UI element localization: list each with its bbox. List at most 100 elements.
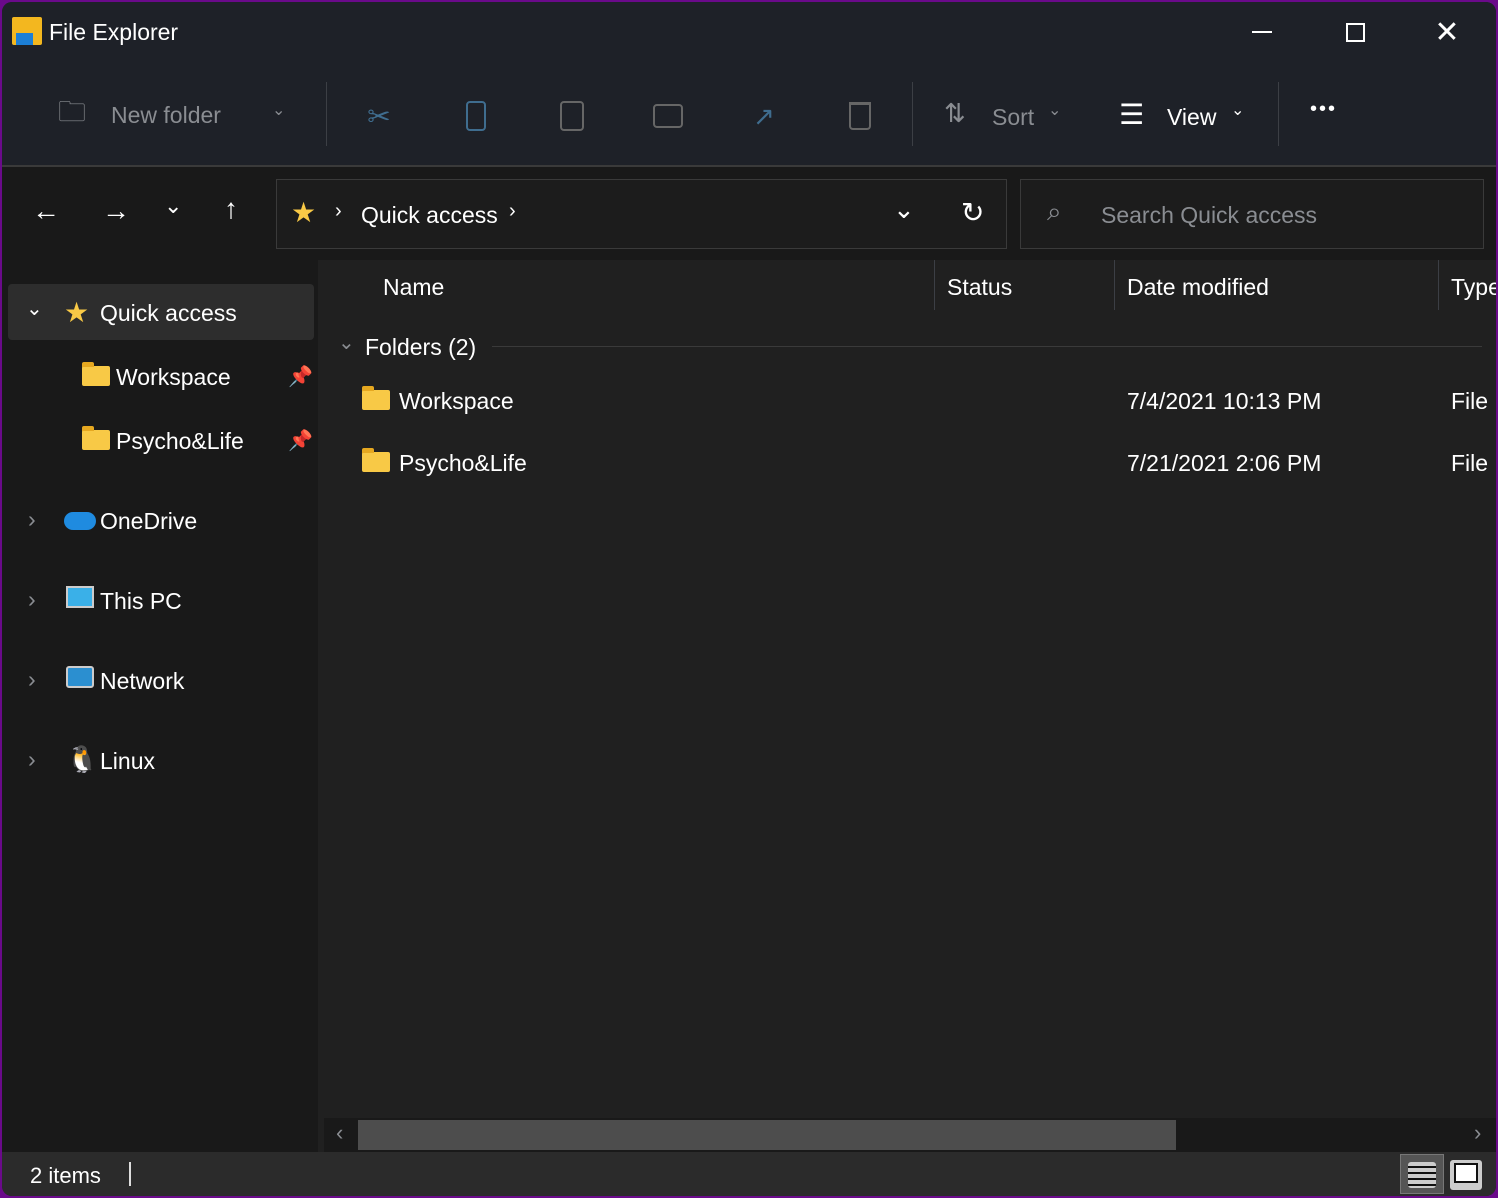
maximize-button[interactable] bbox=[1330, 12, 1380, 52]
monitor-icon bbox=[66, 586, 94, 608]
status-bar: 2 items bbox=[2, 1152, 1496, 1196]
chevron-right-icon: › bbox=[28, 506, 36, 532]
paste-button[interactable] bbox=[550, 94, 594, 138]
table-row[interactable]: Psycho&Life 7/21/2021 2:06 PM File bbox=[340, 432, 1496, 492]
copy-icon bbox=[466, 101, 486, 131]
window-title: File Explorer bbox=[49, 19, 179, 45]
sidebar-item-label: Psycho&Life bbox=[116, 428, 244, 454]
sidebar-item-network[interactable]: › Network bbox=[8, 654, 314, 710]
column-header-type[interactable]: Type bbox=[1451, 274, 1496, 301]
scissors-icon: ✂ bbox=[367, 100, 391, 132]
forward-button[interactable]: → bbox=[102, 195, 130, 227]
chevron-down-icon: ⌄ bbox=[1231, 102, 1245, 119]
sidebar-item-label: Quick access bbox=[100, 300, 237, 326]
up-button[interactable]: ↑ bbox=[224, 193, 238, 225]
pin-icon: 📌 bbox=[288, 430, 313, 452]
trash-icon bbox=[849, 102, 871, 130]
collapse-group-icon[interactable]: ⌄ bbox=[338, 330, 355, 355]
horizontal-scrollbar[interactable]: ‹ › bbox=[324, 1118, 1496, 1152]
sort-button[interactable]: ⇅ Sort ⌄ bbox=[942, 94, 1072, 138]
sidebar-item-this-pc[interactable]: › This PC bbox=[8, 574, 314, 630]
rename-icon bbox=[653, 104, 683, 128]
item-count: 2 items bbox=[30, 1163, 101, 1188]
navigation-pane: ⌄ ★ Quick access Workspace 📌 Psycho&Life… bbox=[2, 260, 318, 1152]
network-icon bbox=[66, 666, 94, 688]
delete-button[interactable] bbox=[838, 94, 882, 138]
new-folder-icon: 🗀 bbox=[57, 96, 86, 127]
view-label: View bbox=[1167, 104, 1217, 130]
penguin-icon: 🐧 bbox=[66, 744, 99, 774]
row-type: File bbox=[1451, 450, 1489, 476]
file-list: Name Status Date modified Type ⌄ Folders… bbox=[320, 260, 1496, 1152]
back-button[interactable]: ← bbox=[32, 195, 60, 227]
refresh-button[interactable]: ↻ bbox=[961, 196, 984, 229]
cut-button[interactable]: ✂ bbox=[357, 94, 401, 138]
search-icon: ⌕ bbox=[1047, 196, 1062, 226]
new-folder-button[interactable]: 🗀 New folder ⌄ bbox=[50, 92, 300, 142]
details-view-icon bbox=[1408, 1162, 1436, 1188]
share-button[interactable]: ↗ bbox=[742, 94, 786, 138]
navigation-bar: ← → ⌄ ↑ ★ › Quick access › ⌄ ↻ ⌕ Search … bbox=[2, 167, 1496, 260]
more-options-button[interactable]: ••• bbox=[1310, 98, 1337, 121]
folder-icon bbox=[82, 362, 110, 386]
chevron-down-icon: ⌄ bbox=[26, 298, 43, 320]
row-date: 7/4/2021 10:13 PM bbox=[1127, 388, 1322, 414]
group-header[interactable]: Folders (2) bbox=[365, 334, 476, 361]
sidebar-item-quick-access[interactable]: ⌄ ★ Quick access bbox=[8, 284, 314, 340]
details-view-button[interactable] bbox=[1400, 1154, 1444, 1194]
address-bar[interactable]: ★ › Quick access › ⌄ ↻ bbox=[276, 179, 1007, 249]
chevron-right-icon: › bbox=[28, 746, 36, 772]
row-name: Psycho&Life bbox=[399, 450, 527, 476]
new-folder-label: New folder bbox=[111, 102, 221, 128]
column-header-status[interactable]: Status bbox=[947, 274, 1012, 301]
cloud-icon bbox=[64, 512, 96, 530]
sidebar-item-psycho-life[interactable]: Psycho&Life 📌 bbox=[8, 414, 314, 470]
search-box[interactable]: ⌕ Search Quick access bbox=[1020, 179, 1484, 249]
scrollbar-thumb[interactable] bbox=[358, 1120, 1176, 1150]
sidebar-item-workspace[interactable]: Workspace 📌 bbox=[8, 350, 314, 406]
breadcrumb-quick-access[interactable]: Quick access bbox=[361, 202, 498, 229]
folder-icon bbox=[82, 426, 110, 450]
table-row[interactable]: Workspace 7/4/2021 10:13 PM File bbox=[340, 370, 1496, 430]
title-bar: File Explorer ✕ 🗀 New folder ⌄ ✂ ↗ ⇅ Sor… bbox=[2, 2, 1496, 167]
rename-button[interactable] bbox=[646, 94, 690, 138]
row-name: Workspace bbox=[399, 388, 514, 414]
sidebar-item-onedrive[interactable]: › OneDrive bbox=[8, 494, 314, 550]
share-icon: ↗ bbox=[753, 100, 775, 131]
app-icon bbox=[12, 17, 42, 45]
sidebar-item-label: Workspace bbox=[116, 364, 231, 390]
chevron-right-icon: › bbox=[28, 586, 36, 612]
search-placeholder: Search Quick access bbox=[1101, 202, 1318, 228]
chevron-down-icon: ⌄ bbox=[1048, 102, 1062, 119]
paste-icon bbox=[560, 101, 584, 131]
sidebar-item-label: Linux bbox=[100, 748, 155, 774]
sidebar-item-linux[interactable]: › 🐧 Linux bbox=[8, 734, 314, 790]
file-explorer-window: File Explorer ✕ 🗀 New folder ⌄ ✂ ↗ ⇅ Sor… bbox=[2, 2, 1496, 1196]
star-icon: ★ bbox=[291, 197, 317, 228]
address-dropdown-button[interactable]: ⌄ bbox=[893, 194, 915, 225]
star-icon: ★ bbox=[64, 297, 90, 328]
row-type: File bbox=[1451, 388, 1489, 414]
scroll-right-button[interactable]: › bbox=[1474, 1120, 1481, 1146]
minimize-button[interactable] bbox=[1237, 12, 1287, 52]
sidebar-item-label: OneDrive bbox=[100, 508, 198, 534]
close-button[interactable]: ✕ bbox=[1422, 10, 1472, 54]
recent-locations-button[interactable]: ⌄ bbox=[164, 193, 182, 219]
breadcrumb-separator: › bbox=[509, 200, 516, 222]
folder-icon bbox=[362, 448, 390, 472]
column-header-name[interactable]: Name bbox=[383, 274, 444, 301]
sort-icon: ⇅ bbox=[944, 98, 966, 128]
large-icons-view-button[interactable] bbox=[1450, 1160, 1482, 1190]
copy-button[interactable] bbox=[454, 94, 498, 138]
sidebar-item-label: This PC bbox=[100, 588, 182, 614]
folder-icon bbox=[362, 386, 390, 410]
sort-label: Sort bbox=[992, 104, 1035, 130]
scroll-left-button[interactable]: ‹ bbox=[336, 1120, 343, 1146]
list-view-icon: ☰ bbox=[1119, 99, 1145, 130]
column-header-date[interactable]: Date modified bbox=[1127, 274, 1269, 301]
pin-icon: 📌 bbox=[288, 366, 313, 388]
view-button[interactable]: ☰ View ⌄ bbox=[1117, 94, 1257, 138]
large-icons-view-icon bbox=[1454, 1163, 1478, 1183]
chevron-down-icon: ⌄ bbox=[272, 102, 286, 119]
chevron-right-icon: › bbox=[28, 666, 36, 692]
